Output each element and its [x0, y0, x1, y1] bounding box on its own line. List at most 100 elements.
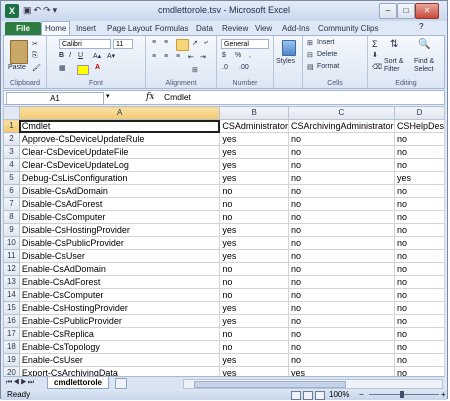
sheet-tab-cmdlettorole[interactable]: cmdlettorole: [47, 377, 110, 389]
cell-c10[interactable]: no: [287, 236, 395, 250]
cell-b14[interactable]: no: [219, 288, 289, 302]
cell-d6[interactable]: no: [393, 184, 445, 198]
sheet-nav-arrows[interactable]: ⏮◀▶⏭: [6, 377, 35, 389]
orientation-icon[interactable]: ↗: [192, 39, 198, 47]
cell-a11[interactable]: Disable-CsUser: [18, 249, 221, 263]
sort-filter-button[interactable]: Sort &: [384, 58, 403, 65]
font-color-icon[interactable]: A: [95, 64, 100, 71]
cell-c11[interactable]: no: [287, 249, 395, 263]
cell-c17[interactable]: no: [287, 327, 395, 341]
row-header[interactable]: 10: [3, 236, 20, 250]
cell-a6[interactable]: Disable-CsAdDomain: [18, 184, 221, 198]
cell-b18[interactable]: no: [219, 340, 289, 354]
cell-c16[interactable]: no: [287, 314, 395, 328]
font-size-select[interactable]: 11: [113, 39, 133, 49]
normal-view-icon[interactable]: [291, 391, 301, 400]
fill-icon[interactable]: ⬇: [372, 51, 378, 59]
cell-d19[interactable]: no: [393, 353, 445, 367]
tab-data[interactable]: Data: [193, 22, 216, 35]
cell-a12[interactable]: Enable-CsAdDomain: [18, 262, 221, 276]
cell-c3[interactable]: no: [287, 145, 395, 159]
cell-c4[interactable]: no: [287, 158, 395, 172]
cell-d15[interactable]: no: [393, 301, 445, 315]
zoom-out-icon[interactable]: −: [359, 389, 364, 400]
align-center-icon[interactable]: ≡: [164, 53, 168, 60]
cell-a8[interactable]: Disable-CsComputer: [18, 210, 221, 224]
cell-d8[interactable]: no: [393, 210, 445, 224]
italic-button[interactable]: I: [69, 52, 71, 59]
styles-button[interactable]: Styles: [276, 58, 295, 65]
cell-b10[interactable]: yes: [219, 236, 289, 250]
format-cells-button[interactable]: Format: [317, 63, 339, 70]
row-header[interactable]: 17: [3, 327, 20, 341]
row-header[interactable]: 8: [3, 210, 20, 224]
increase-indent-icon[interactable]: ⇥: [200, 53, 206, 61]
horizontal-scrollbar[interactable]: [183, 379, 443, 389]
cell-b16[interactable]: yes: [219, 314, 289, 328]
cell-d20[interactable]: no: [393, 366, 445, 376]
cell-b20[interactable]: yes: [219, 366, 289, 376]
cell-b6[interactable]: no: [219, 184, 289, 198]
formula-input[interactable]: Cmdlet: [164, 91, 191, 104]
row-header[interactable]: 11: [3, 249, 20, 263]
increase-decimal-button[interactable]: .0: [222, 64, 228, 71]
insert-cells-button[interactable]: Insert: [317, 39, 335, 46]
find-select-button[interactable]: Find &: [414, 58, 434, 65]
row-header[interactable]: 9: [3, 223, 20, 237]
cell-a14[interactable]: Enable-CsComputer: [18, 288, 221, 302]
paste-button[interactable]: Paste: [8, 64, 26, 71]
sort-filter-icon[interactable]: ⇅: [390, 39, 398, 50]
row-header[interactable]: 13: [3, 275, 20, 289]
cell-d10[interactable]: no: [393, 236, 445, 250]
cell-d14[interactable]: no: [393, 288, 445, 302]
worksheet-grid[interactable]: A B C D 1 Cmdlet CSAdministrator CSArchivin…: [3, 106, 445, 376]
cell-a10[interactable]: Disable-CsPublicProvider: [18, 236, 221, 250]
comma-button[interactable]: ,: [249, 52, 251, 59]
cell-c6[interactable]: no: [287, 184, 395, 198]
number-format-select[interactable]: General: [221, 39, 269, 49]
row-header[interactable]: 5: [3, 171, 20, 185]
tab-review[interactable]: Review: [219, 22, 251, 35]
cell-d18[interactable]: no: [393, 340, 445, 354]
bold-button[interactable]: B: [59, 52, 64, 59]
percent-button[interactable]: %: [235, 52, 241, 59]
insert-function-icon[interactable]: fx: [146, 91, 154, 104]
cell-c18[interactable]: no: [287, 340, 395, 354]
underline-button[interactable]: U: [78, 52, 83, 59]
styles-icon[interactable]: [282, 40, 296, 56]
tab-home[interactable]: Home: [41, 21, 71, 35]
cell-c13[interactable]: no: [287, 275, 395, 289]
cell-b17[interactable]: no: [219, 327, 289, 341]
column-header-a[interactable]: A: [18, 106, 221, 120]
align-middle-icon[interactable]: ≡: [164, 39, 168, 46]
row-header[interactable]: 1: [3, 119, 20, 133]
cell-d7[interactable]: no: [393, 197, 445, 211]
page-layout-view-icon[interactable]: [303, 391, 313, 400]
cell-d5[interactable]: yes: [393, 171, 445, 185]
find-select-icon[interactable]: 🔍: [418, 39, 430, 50]
format-painter-icon[interactable]: 🖌: [32, 64, 41, 72]
currency-button[interactable]: $: [222, 52, 226, 59]
cell-b8[interactable]: no: [219, 210, 289, 224]
find-select-button-line2[interactable]: Select: [414, 66, 433, 73]
cell-d13[interactable]: no: [393, 275, 445, 289]
cell-d17[interactable]: no: [393, 327, 445, 341]
row-header[interactable]: 20: [3, 366, 20, 376]
cell-a3[interactable]: Clear-CsDeviceUpdateFile: [18, 145, 221, 159]
help-icon[interactable]: ?: [419, 22, 423, 31]
close-button[interactable]: ✕: [415, 3, 439, 19]
tab-insert[interactable]: Insert: [73, 22, 99, 35]
cell-c20[interactable]: yes: [287, 366, 395, 376]
merge-center-icon[interactable]: ⊞: [192, 66, 198, 74]
cell-c9[interactable]: no: [287, 223, 395, 237]
row-header[interactable]: 12: [3, 262, 20, 276]
tab-file[interactable]: File: [5, 22, 41, 35]
tab-add-ins[interactable]: Add-Ins: [279, 22, 313, 35]
cell-b7[interactable]: no: [219, 197, 289, 211]
shrink-font-icon[interactable]: A▾: [107, 52, 115, 60]
tab-view[interactable]: View: [252, 22, 275, 35]
cell-a5[interactable]: Debug-CsLisConfiguration: [18, 171, 221, 185]
cell-c19[interactable]: no: [287, 353, 395, 367]
row-header[interactable]: 7: [3, 197, 20, 211]
row-header[interactable]: 3: [3, 145, 20, 159]
